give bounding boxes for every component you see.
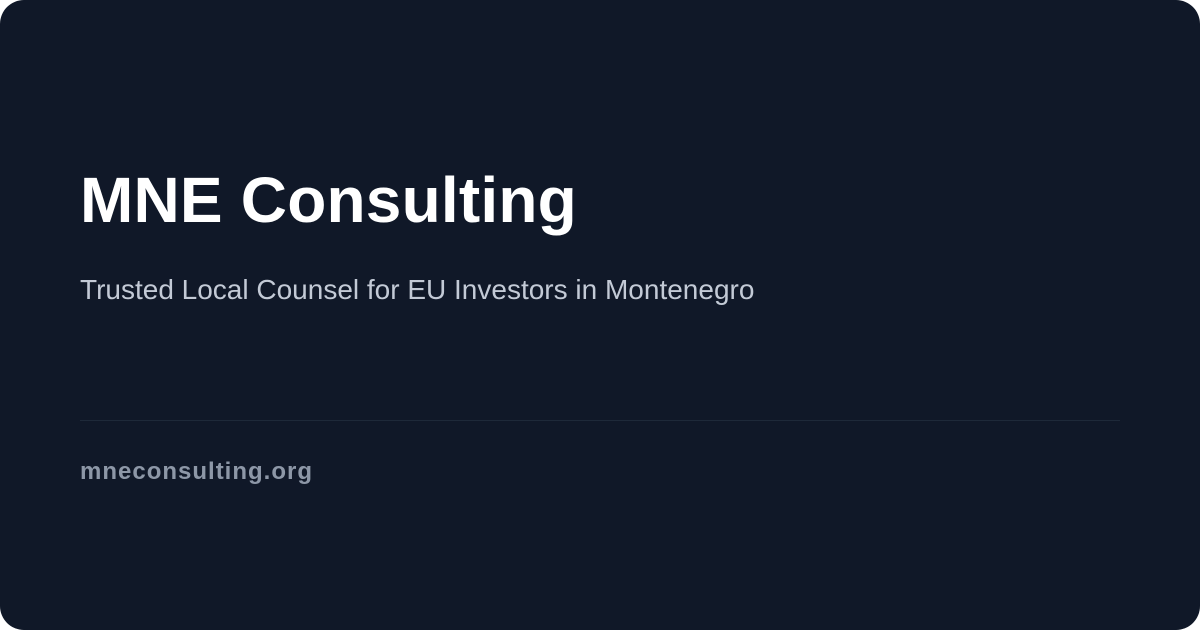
tagline: Trusted Local Counsel for EU Investors i… <box>80 274 755 305</box>
social-card: MNE Consulting Trusted Local Counsel for… <box>0 0 1200 630</box>
divider <box>80 420 1120 421</box>
website-domain: mneconsulting.org <box>80 458 313 485</box>
brand-title: MNE Consulting <box>80 164 577 236</box>
